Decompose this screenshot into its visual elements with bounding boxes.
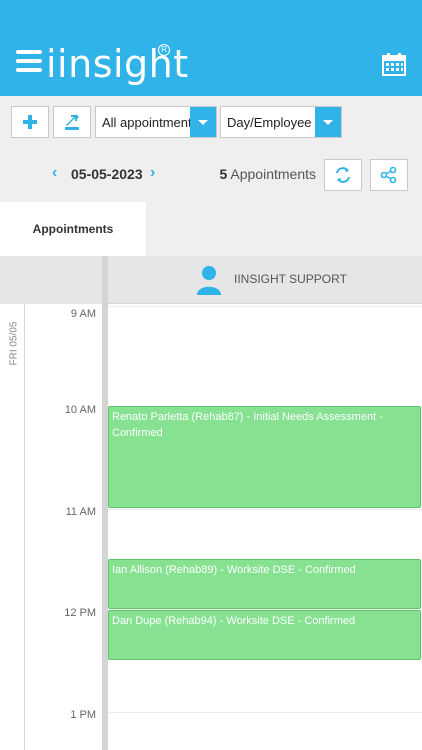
plus-icon (23, 115, 37, 129)
hour-line (108, 509, 422, 510)
hour-line (108, 306, 422, 307)
tab-appointments[interactable]: Appointments (0, 202, 146, 256)
time-label: 12 PM (64, 607, 96, 619)
day-rail: FRI 05/05 (0, 304, 25, 750)
employee-name: IINSIGHT SUPPORT (234, 272, 347, 286)
appointment-count-number: 5 (219, 166, 228, 182)
appointment-block[interactable]: Dan Dupe (Rehab94) - Worksite DSE - Conf… (108, 610, 421, 660)
time-label: 9 AM (70, 308, 96, 320)
day-calendar-grid: FRI 05/05 9 AM 10 AM 11 AM 12 PM 1 PM Re… (0, 256, 422, 750)
chevron-down-icon (190, 107, 216, 137)
calendar-icon[interactable] (382, 52, 406, 76)
status-bar (0, 0, 422, 34)
current-date: 05-05-2023 (71, 166, 143, 182)
view-mode-select[interactable]: Day/Employee (220, 106, 342, 138)
export-button[interactable] (53, 106, 91, 138)
time-label: 10 AM (64, 404, 96, 416)
employee-column-header: IINSIGHT SUPPORT (0, 256, 422, 304)
tab-strip (146, 202, 422, 256)
add-appointment-button[interactable] (11, 106, 49, 138)
export-icon (65, 114, 79, 130)
person-icon (197, 266, 221, 295)
appointment-block[interactable]: Renato Parletta (Rehab87) - Initial Need… (108, 406, 421, 508)
hour-line (108, 712, 422, 713)
share-icon (380, 166, 397, 184)
share-button[interactable] (370, 159, 408, 191)
time-column: 9 AM 10 AM 11 AM 12 PM 1 PM (25, 304, 102, 750)
header-spacer (0, 256, 102, 304)
chevron-down-icon (315, 107, 341, 137)
refresh-icon (336, 167, 350, 183)
app-header: iinsight R (0, 34, 422, 96)
appointment-count: 5 Appointments (219, 166, 316, 182)
view-mode-value: Day/Employee (227, 115, 312, 130)
hamburger-icon[interactable] (16, 50, 42, 74)
appointment-block[interactable]: Ian Allison (Rehab89) - Worksite DSE - C… (108, 559, 421, 609)
appointment-filter-value: All appointment (102, 115, 192, 130)
appointment-count-label: Appointments (230, 166, 316, 182)
previous-day-icon[interactable]: ‹ (52, 164, 57, 182)
appointment-filter-select[interactable]: All appointment (95, 106, 217, 138)
refresh-button[interactable] (324, 159, 362, 191)
registered-mark: R (158, 44, 170, 56)
day-label: FRI 05/05 (8, 321, 20, 366)
next-day-icon[interactable]: › (150, 164, 155, 182)
time-label: 1 PM (70, 709, 96, 721)
time-label: 11 AM (65, 506, 96, 518)
